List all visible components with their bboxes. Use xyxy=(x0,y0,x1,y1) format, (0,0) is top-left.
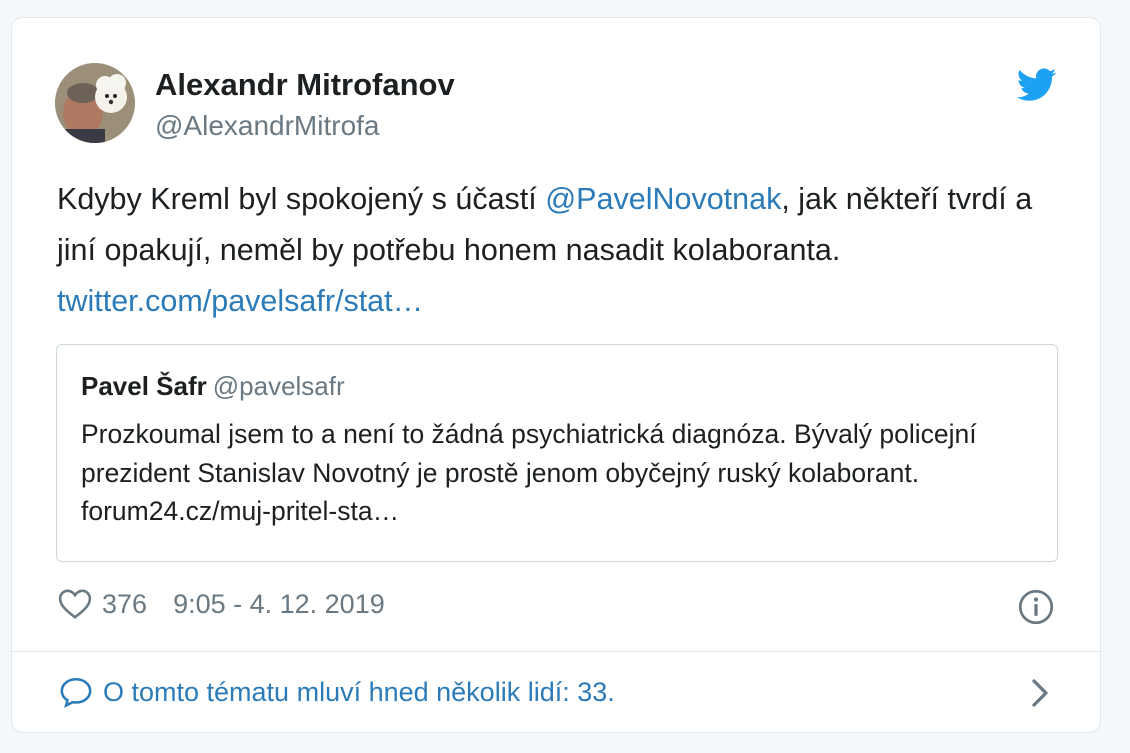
tweet-url-link[interactable]: twitter.com/pavelsafr/stat… xyxy=(57,284,423,318)
mention-link[interactable]: @PavelNovotnak xyxy=(545,182,781,216)
like-count[interactable]: 376 xyxy=(102,589,147,620)
divider xyxy=(12,651,1100,652)
quoted-tweet[interactable]: Pavel Šafr @pavelsafr Prozkoumal jsem to … xyxy=(56,344,1058,562)
timestamp[interactable]: 9:05 - 4. 12. 2019 xyxy=(173,589,385,620)
conversation-label[interactable]: O tomto tématu mluví hned několik lidí: … xyxy=(103,677,615,708)
heart-icon[interactable] xyxy=(58,588,92,620)
info-icon[interactable] xyxy=(1018,589,1054,625)
tweet-text: Kdyby Kreml byl spokojený s účastí @Pave… xyxy=(57,174,1067,327)
quoted-tweet-header: Pavel Šafr @pavelsafr xyxy=(81,371,345,402)
twitter-bird-icon[interactable] xyxy=(1017,68,1057,102)
quoted-tweet-text: Prozkoumal jsem to a není to žádná psych… xyxy=(81,419,977,526)
quoted-author-name: Pavel Šafr xyxy=(81,371,207,401)
avatar[interactable] xyxy=(55,63,135,143)
speech-bubble-icon xyxy=(60,677,92,708)
tweet-footer: 376 9:05 - 4. 12. 2019 xyxy=(58,588,385,620)
conversation-link[interactable]: O tomto tématu mluví hned několik lidí: … xyxy=(59,676,615,708)
author-name[interactable]: Alexandr Mitrofanov xyxy=(155,67,455,103)
author-handle[interactable]: @AlexandrMitrofa xyxy=(155,110,380,142)
tweet-text-part1: Kdyby Kreml byl spokojený s účastí xyxy=(57,182,546,216)
tweet-card: Alexandr Mitrofanov @AlexandrMitrofa Kdy… xyxy=(11,17,1101,733)
chevron-right-icon[interactable] xyxy=(1030,678,1050,708)
quoted-author-handle: @pavelsafr xyxy=(212,371,345,401)
